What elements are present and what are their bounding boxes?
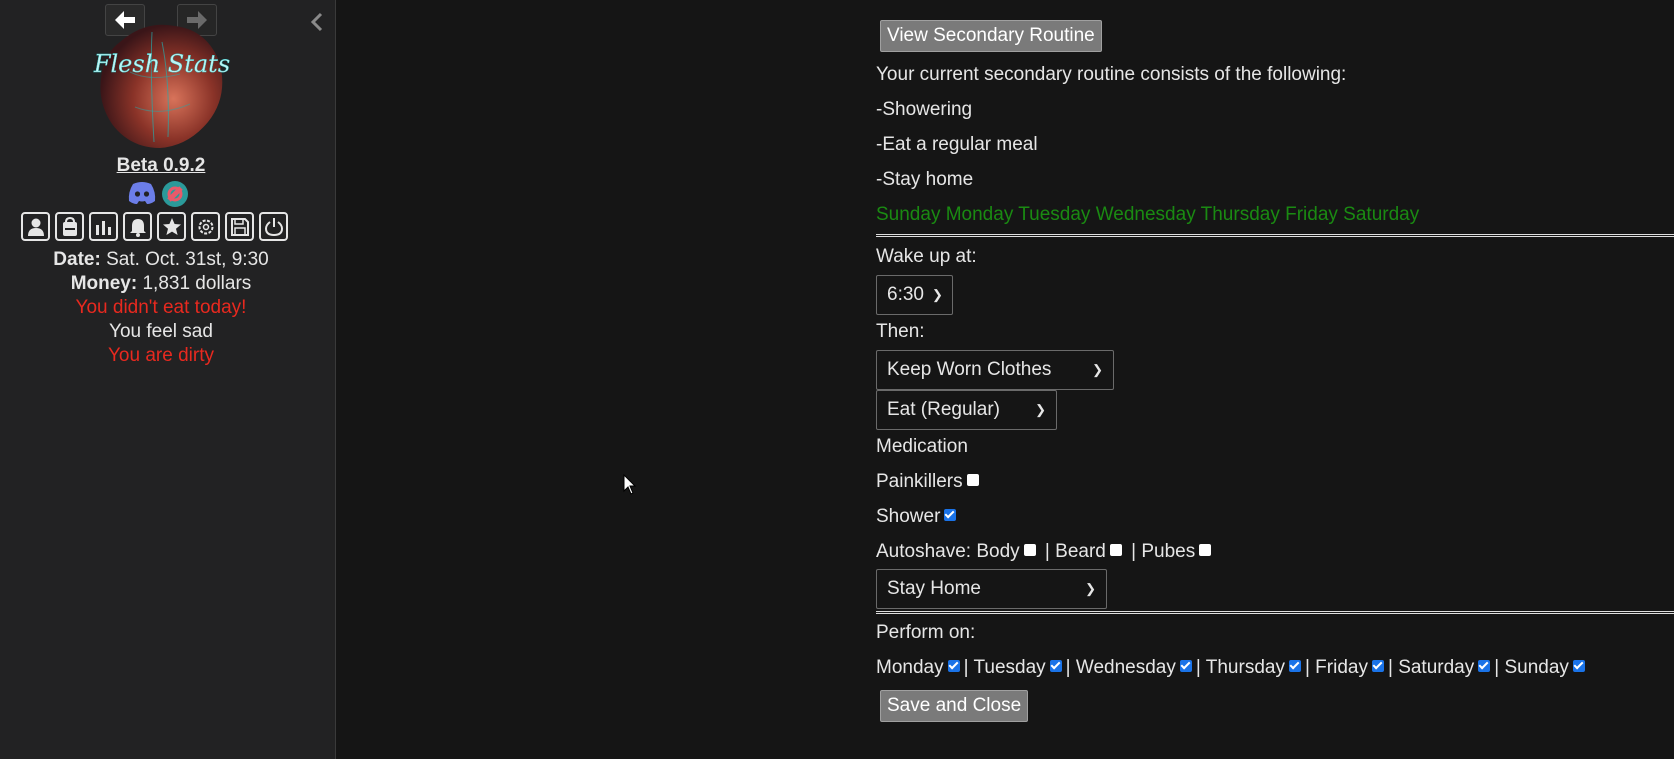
patreon-icon[interactable] bbox=[161, 180, 189, 208]
eat-select[interactable]: Eat (Regular) ❯ bbox=[876, 390, 1057, 430]
divider bbox=[876, 611, 1674, 614]
shower-label: Shower bbox=[876, 506, 941, 527]
location-value: Stay Home bbox=[887, 578, 981, 599]
monday-checkbox[interactable] bbox=[947, 660, 960, 673]
bar-chart-icon bbox=[95, 220, 111, 235]
thursday-checkbox[interactable] bbox=[1288, 660, 1301, 673]
sunday-checkbox[interactable] bbox=[1572, 660, 1585, 673]
autoshave-beard-label: | Beard bbox=[1039, 541, 1106, 562]
bell-icon bbox=[129, 218, 146, 237]
chevron-down-icon: ❯ bbox=[1092, 362, 1103, 377]
power-icon bbox=[264, 217, 283, 236]
floppy-disk-icon bbox=[230, 217, 249, 236]
wake-label: Wake up at: bbox=[876, 246, 977, 267]
tuesday-checkbox[interactable] bbox=[1049, 660, 1062, 673]
person-icon bbox=[27, 218, 44, 236]
wednesday-checkbox[interactable] bbox=[1179, 660, 1192, 673]
save-and-close-button[interactable]: Save and Close bbox=[880, 690, 1029, 722]
weekday-label: Monday bbox=[876, 657, 944, 678]
weekday-label: Friday bbox=[1315, 657, 1368, 678]
star-icon bbox=[162, 217, 181, 235]
save-button[interactable] bbox=[225, 212, 254, 241]
status-hygiene: You are dirty bbox=[108, 345, 214, 366]
chevron-down-icon: ❯ bbox=[1035, 402, 1046, 417]
weekday-label: Saturday bbox=[1398, 657, 1475, 678]
shower-row: Shower bbox=[876, 506, 960, 528]
favorites-button[interactable] bbox=[157, 212, 186, 241]
routine-intro: Your current secondary routine consists … bbox=[876, 64, 1347, 85]
clothes-value: Keep Worn Clothes bbox=[887, 359, 1052, 380]
logo-text: Flesh Stats bbox=[93, 50, 230, 78]
discord-icon[interactable] bbox=[127, 180, 157, 206]
chevron-left-icon bbox=[310, 12, 323, 32]
money-label: Money: bbox=[70, 273, 138, 294]
status-panel: Date: Sat. Oct. 31st, 9:30 Money: 1,831 … bbox=[0, 248, 322, 368]
clothes-select[interactable]: Keep Worn Clothes ❯ bbox=[876, 350, 1114, 390]
beard-shave-checkbox[interactable] bbox=[1109, 544, 1122, 557]
sidebar-toolbar bbox=[21, 212, 288, 241]
social-links bbox=[127, 180, 189, 208]
divider bbox=[876, 234, 1674, 237]
money-value: 1,831 dollars bbox=[137, 273, 252, 294]
routine-item: -Stay home bbox=[876, 169, 974, 190]
weekday-label: Wednesday bbox=[1075, 657, 1176, 678]
money-line: Money: 1,831 dollars bbox=[0, 272, 322, 296]
version-link[interactable]: Beta 0.9.2 bbox=[0, 155, 322, 177]
wake-time-select[interactable]: 6:30 ❯ bbox=[876, 275, 953, 315]
date-line: Date: Sat. Oct. 31st, 9:30 bbox=[0, 248, 322, 272]
location-select[interactable]: Stay Home ❯ bbox=[876, 569, 1107, 609]
status-hunger: You didn't eat today! bbox=[75, 297, 247, 318]
eat-value: Eat (Regular) bbox=[887, 399, 1000, 420]
painkillers-row: Painkillers bbox=[876, 471, 983, 493]
weekday-label: Thursday bbox=[1205, 657, 1285, 678]
medication-label: Medication bbox=[876, 436, 968, 457]
date-label: Date: bbox=[53, 249, 101, 270]
inventory-button[interactable] bbox=[55, 212, 84, 241]
routine-item: -Showering bbox=[876, 99, 973, 120]
stats-button[interactable] bbox=[89, 212, 118, 241]
body-shave-checkbox[interactable] bbox=[1023, 544, 1036, 557]
collapse-sidebar-button[interactable] bbox=[305, 10, 329, 34]
saturday-checkbox[interactable] bbox=[1478, 660, 1491, 673]
backpack-icon bbox=[62, 216, 77, 236]
chevron-down-icon: ❯ bbox=[931, 287, 943, 302]
perform-label: Perform on: bbox=[876, 622, 976, 643]
autoshave-body-label: Autoshave: Body bbox=[876, 541, 1020, 562]
autoshave-row: Autoshave: Body | Beard | Pubes bbox=[876, 541, 1215, 563]
settings-button[interactable] bbox=[191, 212, 220, 241]
view-secondary-routine-button[interactable]: View Secondary Routine bbox=[880, 20, 1102, 52]
sidebar: Flesh Stats Beta 0.9.2 Date: Sat. Oct. 3… bbox=[0, 0, 336, 759]
autoshave-pubes-label: | Pubes bbox=[1125, 541, 1196, 562]
weekday-row: Monday | Tuesday | Wednesday | Thursday | Fr… bbox=[876, 657, 1589, 679]
character-button[interactable] bbox=[21, 212, 50, 241]
weekday-label: Sunday bbox=[1504, 657, 1569, 678]
status-mood: You feel sad bbox=[109, 321, 213, 342]
friday-checkbox[interactable] bbox=[1371, 660, 1384, 673]
notifications-button[interactable] bbox=[123, 212, 152, 241]
logo: Flesh Stats bbox=[90, 12, 230, 152]
then-label: Then: bbox=[876, 321, 925, 342]
shower-checkbox[interactable] bbox=[944, 509, 957, 522]
chevron-down-icon: ❯ bbox=[1085, 581, 1096, 596]
routine-days: Sunday Monday Tuesday Wednesday Thursday… bbox=[876, 204, 1420, 225]
painkillers-label: Painkillers bbox=[876, 471, 963, 492]
date-value: Sat. Oct. 31st, 9:30 bbox=[100, 249, 269, 270]
painkillers-checkbox[interactable] bbox=[966, 474, 979, 487]
gear-icon bbox=[198, 219, 213, 234]
routine-item: -Eat a regular meal bbox=[876, 134, 1038, 155]
wake-time-value: 6:30 bbox=[887, 284, 924, 305]
pubes-shave-checkbox[interactable] bbox=[1199, 544, 1212, 557]
mouse-cursor-icon bbox=[623, 474, 637, 495]
quit-button[interactable] bbox=[259, 212, 288, 241]
weekday-label: Tuesday bbox=[973, 657, 1046, 678]
